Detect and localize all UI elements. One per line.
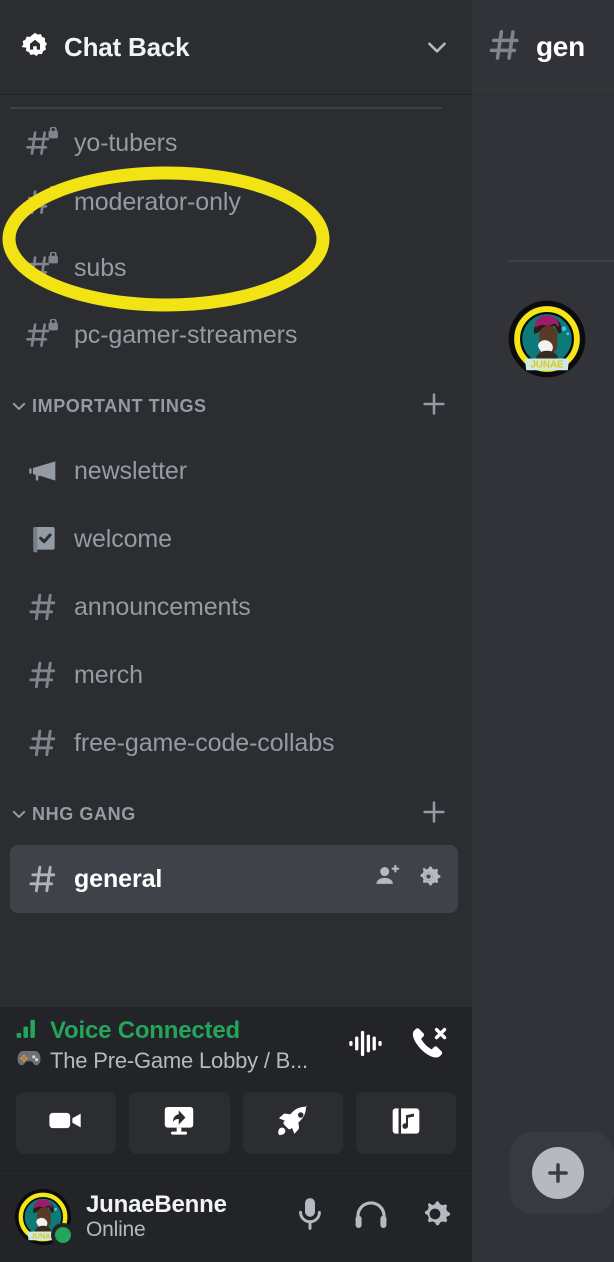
voice-top-actions	[348, 1025, 456, 1067]
channel-item-subs[interactable]: subs	[10, 235, 458, 301]
channel-name: welcome	[74, 524, 172, 553]
channel-item-free-game-code-collabs[interactable]: free-game-code-collabs	[10, 709, 458, 777]
home-badge-icon	[20, 32, 50, 62]
channel-name: general	[74, 864, 163, 893]
chevron-down-small-icon	[8, 805, 30, 823]
hash-locked-icon	[22, 318, 66, 352]
hash-icon	[22, 725, 66, 761]
gear-icon[interactable]	[418, 1197, 452, 1236]
channel-list-divider	[10, 107, 442, 109]
discord-app-window: Chat Back yo-tubers moderator-only subs …	[0, 0, 614, 1262]
server-name: Chat Back	[64, 31, 190, 62]
megaphone-icon	[22, 454, 66, 488]
channel-item-newsletter[interactable]: newsletter	[10, 437, 458, 505]
headphones-icon[interactable]	[354, 1198, 388, 1235]
category-label: IMPORTANT TINGS	[32, 395, 207, 416]
hash-locked-icon	[22, 126, 66, 160]
chat-header: gen	[472, 0, 614, 95]
screen-share-icon	[162, 1105, 196, 1141]
channel-name: announcements	[74, 592, 251, 621]
message-author-avatar[interactable]: JUNAE	[508, 300, 586, 378]
voice-info: Voice Connected The Pre-Game Lobby / B..…	[16, 1017, 348, 1074]
channel-item-moderator-only[interactable]: moderator-only	[10, 169, 458, 235]
video-camera-button[interactable]	[16, 1092, 117, 1154]
add-person-icon[interactable]	[374, 863, 401, 895]
book-check-icon	[22, 523, 66, 555]
rocket-icon	[276, 1104, 310, 1143]
user-text: JunaeBenne Online	[86, 1191, 227, 1243]
chat-main-panel: gen JUNAE	[472, 0, 614, 1262]
hash-icon	[22, 861, 66, 897]
video-camera-icon	[48, 1108, 84, 1138]
category-header-nhg-gang[interactable]: NHG GANG	[0, 783, 472, 845]
user-status: Online	[86, 1218, 146, 1242]
channel-sidebar: Chat Back yo-tubers moderator-only subs …	[0, 0, 472, 1262]
voice-action-buttons	[16, 1092, 456, 1154]
channel-item-welcome[interactable]: welcome	[10, 505, 458, 573]
user-panel-actions	[296, 1196, 456, 1237]
hash-icon	[22, 589, 66, 625]
message-composer[interactable]	[510, 1132, 614, 1214]
signal-bars-icon	[16, 1017, 41, 1045]
new-messages-divider	[508, 260, 614, 262]
user-panel: JUNAE JunaeBenne Online	[0, 1170, 472, 1262]
plus-icon[interactable]	[420, 798, 448, 831]
plus-icon[interactable]	[420, 390, 448, 423]
channel-item-general[interactable]: general	[10, 845, 458, 913]
category-label: NHG GANG	[32, 803, 136, 824]
phone-hangup-icon[interactable]	[408, 1025, 448, 1067]
channel-item-announcements[interactable]: announcements	[10, 573, 458, 641]
username: JunaeBenne	[86, 1190, 227, 1218]
plus-circle-icon[interactable]	[532, 1147, 584, 1199]
chat-channel-name: gen	[536, 31, 585, 62]
voice-status-label: Voice Connected	[50, 1017, 240, 1044]
chevron-down-icon[interactable]	[424, 34, 450, 60]
channel-name: yo-tubers	[74, 128, 178, 157]
voice-status-row[interactable]: Voice Connected The Pre-Game Lobby / B..…	[16, 1017, 456, 1074]
hash-locked-icon	[22, 251, 66, 285]
voice-title-row: Voice Connected	[16, 1017, 348, 1045]
soundboard-icon	[390, 1105, 422, 1142]
status-badge	[51, 1222, 75, 1247]
channel-name: merch	[74, 660, 143, 689]
channel-name: subs	[74, 253, 127, 282]
channel-list: yo-tubers moderator-only subs pc-gamer-s…	[0, 95, 472, 1007]
soundwave-icon[interactable]	[348, 1027, 386, 1065]
server-header[interactable]: Chat Back	[0, 0, 472, 95]
activities-rocket-button[interactable]	[242, 1092, 343, 1154]
channel-item-pc-gamer-streamers[interactable]: pc-gamer-streamers	[10, 301, 458, 369]
hash-locked-icon	[22, 185, 66, 219]
microphone-icon[interactable]	[296, 1196, 324, 1237]
chevron-down-small-icon	[8, 397, 30, 415]
hash-icon	[22, 657, 66, 693]
category-header-important-tings[interactable]: IMPORTANT TINGS	[0, 375, 472, 437]
voice-channel-label: The Pre-Game Lobby / B...	[50, 1047, 308, 1073]
channel-item-merch[interactable]: merch	[10, 641, 458, 709]
gamepad-icon	[16, 1047, 42, 1074]
channel-name: free-game-code-collabs	[74, 728, 335, 757]
voice-channel-row: The Pre-Game Lobby / B...	[16, 1047, 348, 1074]
channel-actions	[374, 863, 448, 895]
channel-item-yo-tubers[interactable]: yo-tubers	[10, 117, 458, 169]
hash-icon	[486, 25, 526, 70]
gear-icon[interactable]	[415, 863, 442, 895]
avatar[interactable]: JUNAE	[14, 1188, 75, 1247]
message-list: JUNAE	[472, 95, 614, 1262]
channel-name: pc-gamer-streamers	[74, 320, 298, 349]
svg-text:JUNAE: JUNAE	[530, 360, 564, 371]
screen-share-button[interactable]	[129, 1092, 230, 1154]
voice-connected-panel: Voice Connected The Pre-Game Lobby / B..…	[0, 1007, 472, 1170]
soundboard-button[interactable]	[355, 1092, 456, 1154]
channel-name: newsletter	[74, 456, 187, 485]
channel-name: moderator-only	[74, 187, 241, 216]
